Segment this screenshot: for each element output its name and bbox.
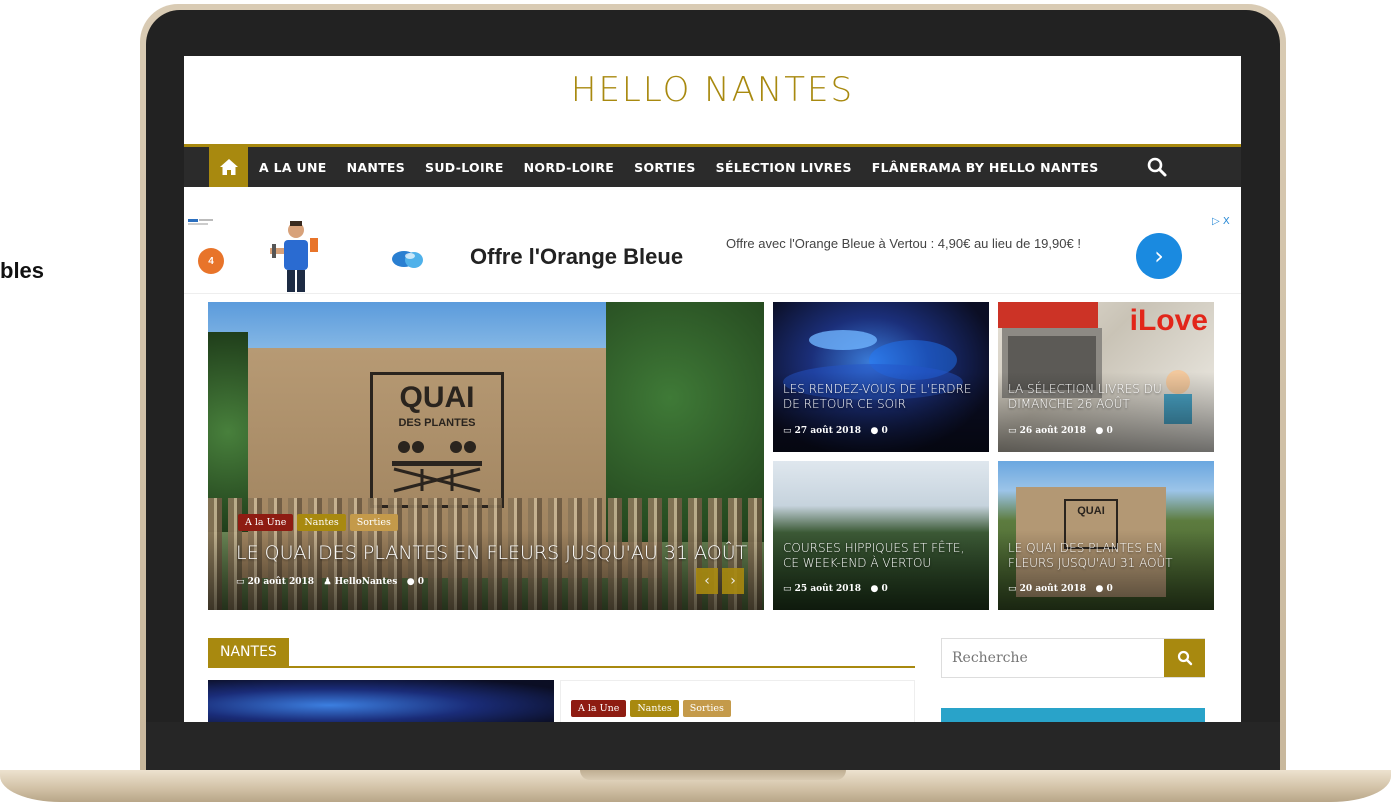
- slider-next-button[interactable]: ›: [722, 568, 744, 594]
- post-author[interactable]: HelloNantes: [335, 577, 398, 587]
- post-date[interactable]: 27 août 2018: [795, 426, 861, 436]
- tag-sorties[interactable]: Sorties: [349, 514, 398, 531]
- section-post-tags: A la Une Nantes Sorties: [571, 700, 735, 717]
- post-comments[interactable]: 0: [881, 426, 887, 436]
- ad-brand-logo: [188, 218, 214, 226]
- advert-banner[interactable]: 4 Offre l'Orange Bleue Offre avec l'Oran…: [184, 214, 1241, 294]
- slider-prev-button[interactable]: ‹: [696, 568, 718, 594]
- tag-a-la-une[interactable]: A la Une: [238, 514, 294, 531]
- tile-meta: ▭ 25 août 2018 ● 0: [783, 584, 888, 594]
- nav-item-sud-loire[interactable]: SUD-LOIRE: [425, 160, 504, 175]
- search-icon[interactable]: [1146, 156, 1168, 178]
- section-header-nantes: NANTES: [208, 638, 915, 668]
- section-title[interactable]: NANTES: [208, 638, 289, 666]
- ad-description: Offre avec l'Orange Bleue à Vertou : 4,9…: [726, 236, 1081, 251]
- calendar-icon: ▭: [783, 584, 792, 594]
- site-title[interactable]: HELLO NANTES: [184, 70, 1241, 110]
- comment-icon: ●: [870, 584, 879, 594]
- calendar-icon: ▭: [236, 577, 245, 587]
- post-comments[interactable]: 0: [418, 577, 424, 587]
- tile-title[interactable]: LE QUAI DES PLANTES EN FLEURS JUSQU'AU 3…: [1008, 541, 1206, 571]
- stage: bles HELLO NANTES A LA UNE NANTES SUD-LO…: [0, 0, 1391, 802]
- featured-tile-erdre[interactable]: LES RENDEZ-VOUS DE L'ERDRE DE RETOUR CE …: [773, 302, 989, 452]
- featured-tags: A la Une Nantes Sorties: [238, 514, 402, 531]
- nav-item-a-la-une[interactable]: A LA UNE: [259, 160, 327, 175]
- section-post-image[interactable]: [208, 680, 554, 722]
- post-comments[interactable]: 0: [1106, 426, 1112, 436]
- adchoices-icon[interactable]: ▷ X: [1212, 216, 1230, 227]
- featured-main-meta: ▭ 20 août 2018 ♟ HelloNantes ● 0: [236, 577, 424, 587]
- featured-tile-quai[interactable]: QUAI LE QUAI DES PLANTES EN FLEURS JUSQU…: [998, 461, 1214, 610]
- nav-item-nantes[interactable]: NANTES: [347, 160, 405, 175]
- ad-person-image: [270, 221, 318, 292]
- quai-sign-image: QUAI DES PLANTES: [370, 372, 504, 508]
- sign-line-2: DES PLANTES: [398, 417, 476, 429]
- comment-icon: ●: [406, 577, 415, 587]
- tile-meta: ▭ 20 août 2018 ● 0: [1008, 584, 1113, 594]
- nav-item-nord-loire[interactable]: NORD-LOIRE: [524, 160, 614, 175]
- tile-meta: ▭ 26 août 2018 ● 0: [1008, 426, 1113, 436]
- tag-a-la-une[interactable]: A la Une: [571, 700, 627, 717]
- nav-item-flanerama[interactable]: FLÂNERAMA BY HELLO NANTES: [872, 160, 1099, 175]
- ad-badge: 4: [198, 248, 224, 274]
- comment-icon: ●: [870, 426, 879, 436]
- featured-tile-livres[interactable]: iLove LA SÉLECTION LIVRES DU DIMANCHE 26…: [998, 302, 1214, 452]
- sign-trees-icon: [392, 441, 482, 493]
- calendar-icon: ▭: [783, 426, 792, 436]
- post-comments[interactable]: 0: [881, 584, 887, 594]
- tile-title[interactable]: COURSES HIPPIQUES ET FÊTE, CE WEEK-END À…: [783, 541, 981, 571]
- browser-screen: HELLO NANTES A LA UNE NANTES SUD-LOIRE N…: [184, 56, 1241, 722]
- search-icon: [1177, 650, 1192, 666]
- ad-logo-image: [392, 251, 423, 268]
- chevron-right-icon: ›: [1154, 242, 1164, 270]
- featured-tile-hippiques[interactable]: COURSES HIPPIQUES ET FÊTE, CE WEEK-END À…: [773, 461, 989, 610]
- post-comments[interactable]: 0: [1106, 584, 1112, 594]
- search-input[interactable]: [942, 639, 1164, 677]
- post-date[interactable]: 25 août 2018: [795, 584, 861, 594]
- post-date[interactable]: 20 août 2018: [1020, 584, 1086, 594]
- chevron-left-icon: ‹: [704, 573, 710, 589]
- calendar-icon: ▭: [1008, 426, 1017, 436]
- side-text: bles: [0, 258, 45, 283]
- main-nav: A LA UNE NANTES SUD-LOIRE NORD-LOIRE SOR…: [184, 144, 1241, 187]
- nav-menu: A LA UNE NANTES SUD-LOIRE NORD-LOIRE SOR…: [259, 147, 1119, 187]
- nav-item-selection-livres[interactable]: SÉLECTION LIVRES: [716, 160, 852, 175]
- home-icon: [219, 159, 238, 175]
- chevron-right-icon: ›: [730, 573, 736, 589]
- featured-main-title[interactable]: LE QUAI DES PLANTES EN FLEURS JUSQU'AU 3…: [236, 542, 756, 564]
- ad-arrow-button[interactable]: ›: [1136, 233, 1182, 279]
- calendar-icon: ▭: [1008, 584, 1017, 594]
- author-icon: ♟: [323, 577, 332, 587]
- tag-sorties[interactable]: Sorties: [682, 700, 731, 717]
- home-button[interactable]: [209, 147, 248, 187]
- post-date[interactable]: 20 août 2018: [248, 577, 314, 587]
- post-date[interactable]: 26 août 2018: [1020, 426, 1086, 436]
- nav-item-sorties[interactable]: SORTIES: [634, 160, 696, 175]
- search-button[interactable]: [1164, 639, 1205, 677]
- laptop-notch: [580, 770, 846, 780]
- sign-line-1: QUAI: [399, 381, 475, 414]
- tile-title[interactable]: LES RENDEZ-VOUS DE L'ERDRE DE RETOUR CE …: [783, 382, 981, 412]
- ad-headline[interactable]: Offre l'Orange Bleue: [470, 244, 683, 270]
- comment-icon: ●: [1095, 426, 1104, 436]
- tile-title[interactable]: LA SÉLECTION LIVRES DU DIMANCHE 26 AOÛT: [1008, 382, 1206, 412]
- tile-meta: ▭ 27 août 2018 ● 0: [783, 426, 888, 436]
- featured-main-post[interactable]: QUAI DES PLANTES A la Une Nantes Sorties…: [208, 302, 764, 610]
- tag-nantes[interactable]: Nantes: [630, 700, 679, 717]
- sidebar-search: [941, 638, 1205, 678]
- tag-nantes[interactable]: Nantes: [297, 514, 346, 531]
- comment-icon: ●: [1095, 584, 1104, 594]
- sidebar-widget: [941, 708, 1205, 722]
